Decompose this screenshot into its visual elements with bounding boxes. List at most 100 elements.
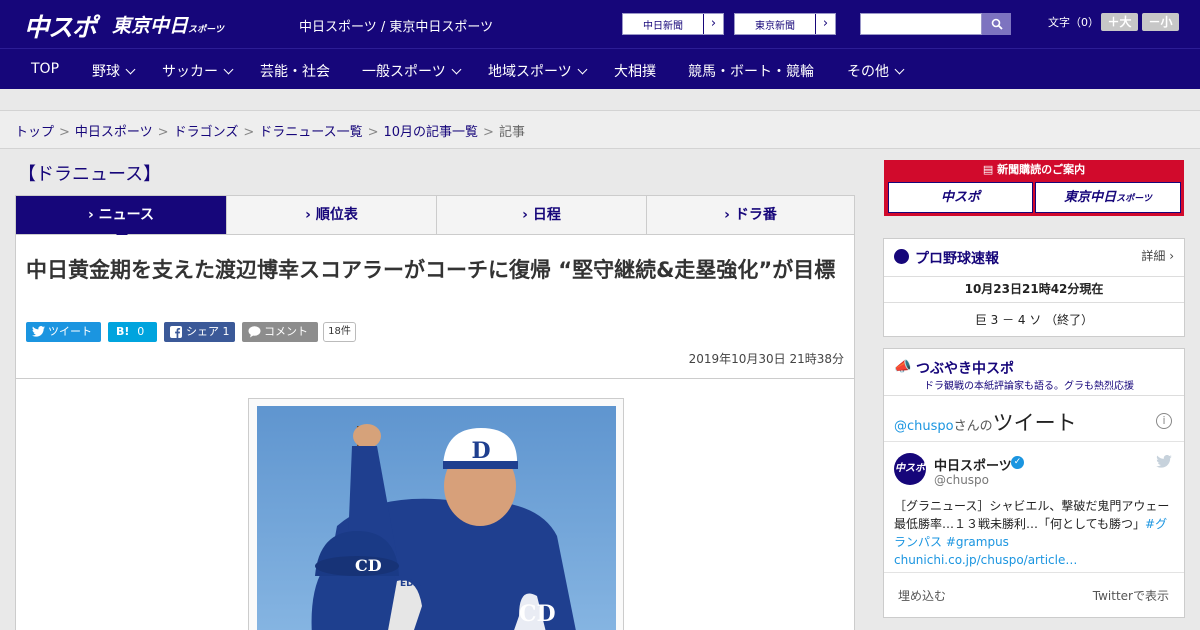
- speech-bubble-icon: [248, 326, 261, 338]
- article-photo[interactable]: D CD CD EDA: [257, 406, 616, 630]
- breadcrumb-separator: >: [157, 125, 169, 140]
- breadcrumb-separator: >: [483, 125, 494, 140]
- chevron-right-icon: ›: [815, 14, 835, 34]
- account-handle[interactable]: @chuspo: [934, 473, 989, 487]
- hatena-count: 0: [137, 325, 145, 338]
- breadcrumb-link-top[interactable]: トップ: [15, 125, 54, 140]
- tweet-label: ツイート: [48, 325, 92, 338]
- svg-text:D: D: [471, 438, 490, 464]
- chevron-down-icon: [223, 64, 234, 75]
- divider: [16, 378, 854, 379]
- tokyo-chunichi-logo-text: 東京中日: [112, 15, 189, 37]
- dragon-news-tabs: › ニュース › 順位表 › 日程 › ドラ番: [15, 195, 855, 240]
- tab-schedule[interactable]: › 日程: [437, 196, 647, 234]
- avatar[interactable]: 中スポ: [894, 453, 926, 485]
- score-row[interactable]: 巨 3 － 4 ソ （終了）: [884, 302, 1184, 337]
- comment-button[interactable]: コメント: [242, 322, 318, 342]
- subscription-heading-label: 新聞購読のご案内: [997, 163, 1086, 176]
- section-title: 【ドラニュース】: [18, 164, 162, 185]
- tab-label: ニュース: [98, 207, 154, 223]
- nav-label: TOP: [31, 61, 60, 77]
- search-button[interactable]: [982, 13, 1011, 35]
- timeline-handle[interactable]: @chuspo: [894, 419, 954, 434]
- facebook-share-label: シェア 1: [186, 325, 230, 338]
- hatena-b-icon: B!: [116, 325, 130, 338]
- tab-standings[interactable]: › 順位表: [227, 196, 437, 234]
- font-larger-button[interactable]: ＋大: [1101, 13, 1138, 31]
- breadcrumb-link-chuspo[interactable]: 中日スポーツ: [75, 125, 153, 140]
- subscribe-chuspo-button[interactable]: 中スポ: [888, 182, 1033, 213]
- article-photo-frame: D CD CD EDA: [248, 398, 624, 630]
- nav-item-general-sports[interactable]: 一般スポーツ: [362, 61, 462, 81]
- font-size-label: 文字（0）: [1048, 16, 1099, 29]
- nav-label: サッカー: [162, 64, 218, 80]
- breadcrumb: トップ > 中日スポーツ > ドラゴンズ > ドラニュース一覧 >10月の記事一覧 > 記事: [15, 121, 525, 140]
- chunichi-shinbun-link[interactable]: 中日新聞 ›: [622, 13, 724, 35]
- info-icon[interactable]: i: [1156, 413, 1172, 429]
- scores-updated: 10月23日21時42分現在: [884, 276, 1184, 301]
- breadcrumb-link-news-list[interactable]: ドラニュース一覧: [259, 125, 362, 140]
- tokyo-shinbun-link[interactable]: 東京新聞 ›: [734, 13, 836, 35]
- tab-label: 日程: [532, 207, 561, 223]
- nav-label: その他: [847, 64, 889, 80]
- chevron-down-icon: [577, 64, 588, 75]
- nav-item-sumo[interactable]: 大相撲: [614, 61, 656, 81]
- divider: [884, 441, 1184, 442]
- timeline-heading: ツイート: [992, 411, 1077, 435]
- comment-label: コメント: [264, 325, 308, 338]
- site-name: 中日スポーツ / 東京中日スポーツ: [299, 20, 494, 35]
- scores-detail-link[interactable]: 詳細 ›: [1141, 247, 1174, 264]
- svg-text:CD: CD: [519, 601, 556, 627]
- nav-item-regional-sports[interactable]: 地域スポーツ: [488, 61, 588, 81]
- twitter-bird-icon[interactable]: [1156, 455, 1172, 468]
- newspaper-icon: ▤: [982, 163, 998, 176]
- nav-item-soccer[interactable]: サッカー: [162, 61, 234, 81]
- tweet-link[interactable]: chunichi.co.jp/chuspo/article…: [894, 553, 1077, 567]
- nav-label: 芸能・社会: [260, 64, 330, 80]
- main-nav: TOP 野球 サッカー 芸能・社会 一般スポーツ 地域スポーツ 大相撲 競馬・ボ…: [0, 48, 1200, 89]
- hatena-bookmark-button[interactable]: B! 0: [108, 322, 157, 342]
- embed-link[interactable]: 埋め込む: [898, 587, 946, 604]
- coach-photo-illustration: D CD CD EDA: [257, 406, 616, 630]
- svg-text:CD: CD: [355, 556, 382, 575]
- nav-item-top[interactable]: TOP: [31, 61, 59, 77]
- nav-label: 一般スポーツ: [362, 64, 446, 80]
- nav-label: 競馬・ボート・競輪: [688, 64, 814, 80]
- search-input[interactable]: [860, 13, 982, 35]
- tab-label: 順位表: [315, 207, 358, 223]
- tweet-button[interactable]: ツイート: [26, 322, 101, 342]
- nav-label: 地域スポーツ: [488, 64, 572, 80]
- tokyo-chunichi-logo[interactable]: 東京中日スポーツ: [112, 11, 224, 38]
- comment-count[interactable]: 18件: [323, 322, 356, 342]
- chevron-right-icon: ›: [703, 14, 723, 34]
- chuspo-logo[interactable]: 中スポ: [24, 8, 97, 44]
- chevron-down-icon: [125, 64, 136, 75]
- nav-item-entertainment[interactable]: 芸能・社会: [260, 61, 330, 81]
- account-name[interactable]: 中日スポーツ: [934, 455, 1012, 474]
- nav-item-baseball[interactable]: 野球: [92, 61, 136, 81]
- nav-item-other[interactable]: その他: [847, 61, 905, 81]
- view-on-twitter-link[interactable]: Twitterで表示: [1093, 587, 1169, 604]
- tweets-widget-subtitle: ドラ観戦の本紙評論家も語る。グラも熱烈応援: [924, 381, 1134, 392]
- facebook-share-button[interactable]: シェア 1: [164, 322, 235, 342]
- megaphone-icon: 📣: [894, 359, 912, 375]
- verified-badge-icon: ✓: [1011, 456, 1024, 469]
- article-headline: 中日黄金期を支えた渡辺博幸スコアラーがコーチに復帰 “堅守継続&走塁強化”が目標: [26, 258, 836, 282]
- breadcrumb-link-october[interactable]: 10月の記事一覧: [384, 125, 479, 140]
- divider: [884, 572, 1184, 573]
- nav-label: 野球: [92, 64, 120, 80]
- nav-item-racing[interactable]: 競馬・ボート・競輪: [688, 61, 814, 81]
- twitter-bird-icon: [32, 326, 45, 337]
- baseball-scores-widget: プロ野球速報 詳細 › 10月23日21時42分現在 巨 3 － 4 ソ （終了…: [883, 238, 1185, 337]
- breadcrumb-link-dragons[interactable]: ドラゴンズ: [174, 125, 239, 140]
- scores-title: プロ野球速報: [915, 251, 999, 267]
- top-header-bar: 中スポ 東京中日スポーツ 中日スポーツ / 東京中日スポーツ 中日新聞 › 東京新…: [0, 0, 1200, 48]
- tab-news[interactable]: › ニュース: [16, 196, 227, 234]
- subscribe-tokyo-chunichi-button[interactable]: 東京中日スポーツ: [1035, 182, 1181, 213]
- tab-reporter[interactable]: › ドラ番: [647, 196, 854, 234]
- subscribe-tokyo-chunichi-label: 東京中日: [1064, 190, 1117, 205]
- ext-link-label: 東京新聞: [755, 21, 795, 32]
- tab-label: ドラ番: [734, 207, 777, 223]
- tokyo-chunichi-logo-small: スポーツ: [188, 25, 224, 35]
- font-smaller-button[interactable]: －小: [1142, 13, 1179, 31]
